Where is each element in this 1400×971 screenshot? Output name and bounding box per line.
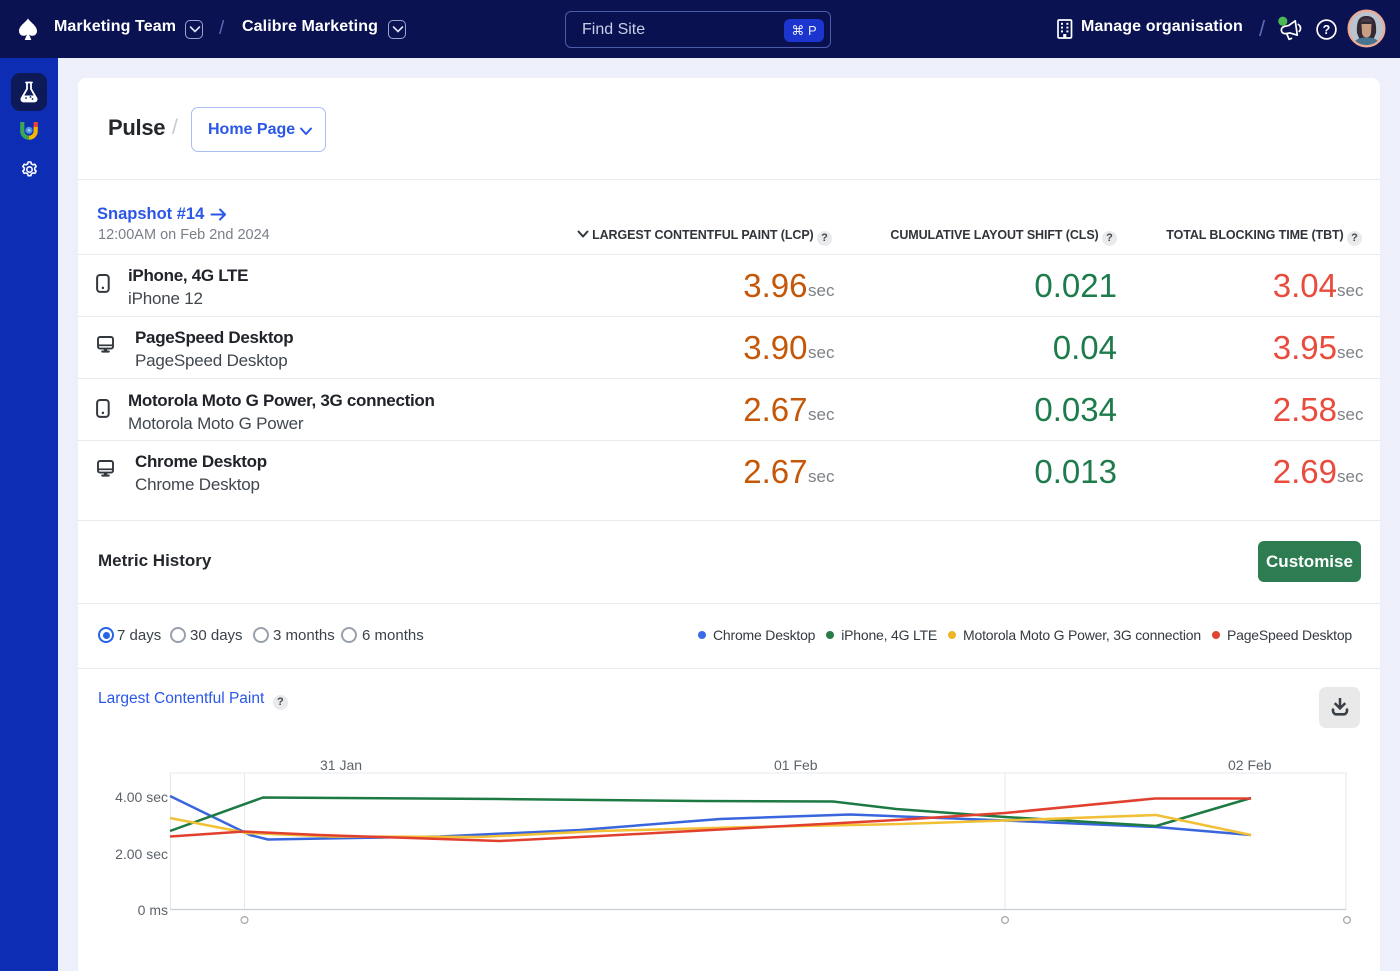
- svg-text:?: ?: [1323, 23, 1331, 37]
